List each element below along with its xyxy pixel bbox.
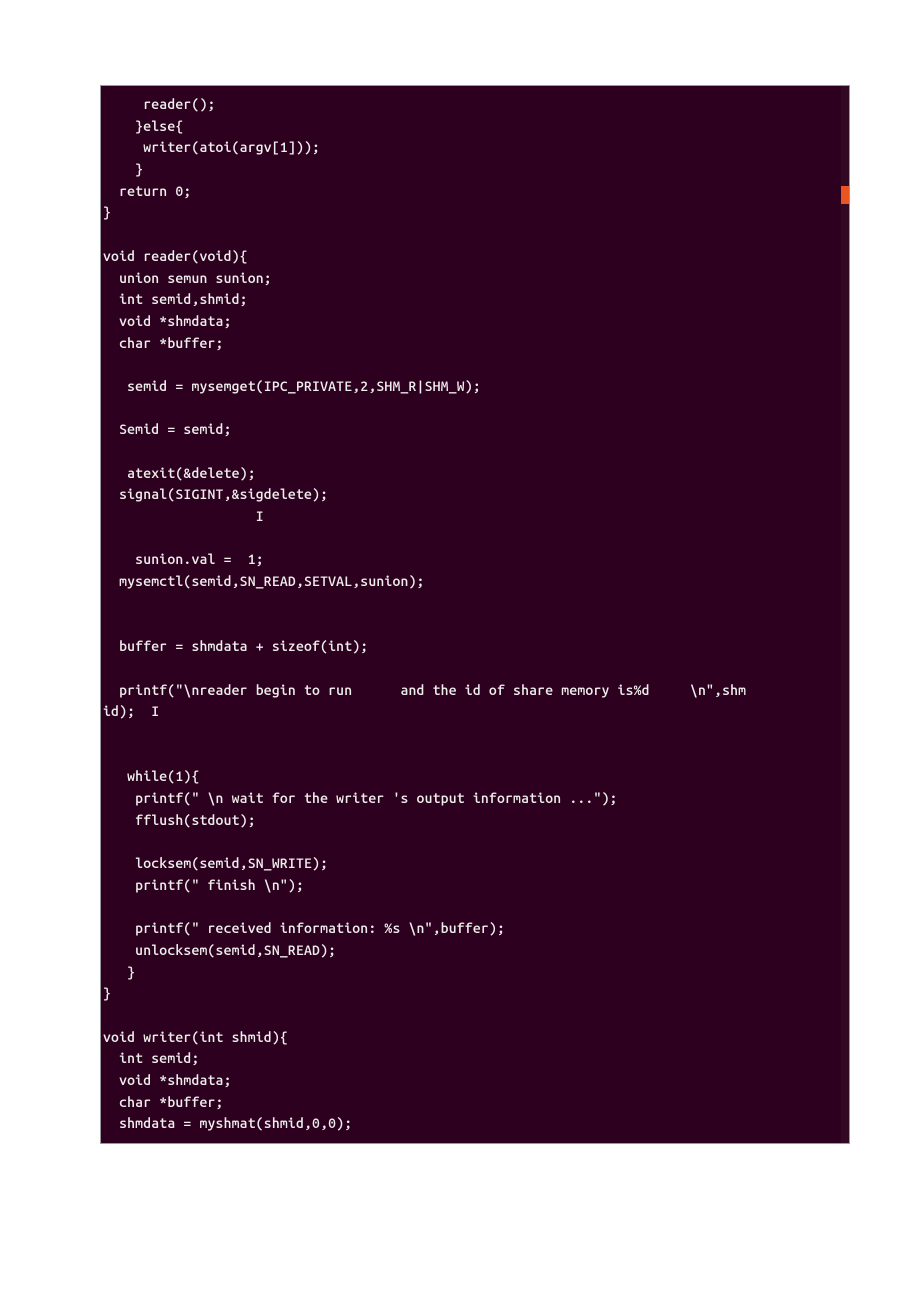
code-line: } (103, 161, 143, 177)
code-line: printf(" received information: %s \n",bu… (103, 920, 505, 936)
code-line: writer(atoi(argv[1])); (103, 139, 320, 155)
code-line: void *shmdata; (103, 1072, 232, 1088)
code-line: int semid; (103, 1050, 199, 1066)
code-line: char *buffer; (103, 1094, 224, 1110)
code-line: Semid = semid; (103, 421, 232, 437)
code-line: buffer = shmdata + sizeof(int); (103, 638, 368, 654)
code-line: atexit(&delete); (103, 465, 256, 481)
code-line: signal(SIGINT,&sigdelete); (103, 486, 328, 502)
code-line: mysemctl(semid,SN_READ,SETVAL,sunion); (103, 573, 425, 589)
code-line: printf(" finish \n"); (103, 877, 304, 893)
code-line: }else{ (103, 118, 183, 134)
scrollbar-track[interactable] (841, 86, 849, 1143)
code-line: } (103, 964, 135, 980)
code-line: printf("\nreader begin to run and the id… (103, 682, 746, 698)
code-line: shmdata = myshmat(shmid,0,0); (103, 1115, 352, 1131)
code-line: printf(" \n wait for the writer 's outpu… (103, 790, 618, 806)
code-line: locksem(semid,SN_WRITE); (103, 855, 328, 871)
code-line: int semid,shmid; (103, 291, 248, 307)
code-line: while(1){ (103, 768, 199, 784)
code-line: reader(); (103, 96, 216, 112)
code-line: void reader(void){ (103, 248, 248, 264)
code-line: unlocksem(semid,SN_READ); (103, 942, 336, 958)
code-line: semid = mysemget(IPC_PRIVATE,2,SHM_R|SHM… (103, 378, 481, 394)
code-line: sunion.val = 1; (103, 551, 264, 567)
code-line: I (103, 508, 264, 524)
code-line: return 0; (103, 183, 191, 199)
code-line: } (103, 204, 111, 220)
code-line: fflush(stdout); (103, 812, 256, 828)
code-line: } (103, 985, 111, 1001)
code-editor-content[interactable]: reader(); }else{ writer(atoi(argv[1])); … (101, 86, 849, 1143)
code-line: void *shmdata; (103, 313, 232, 329)
code-line: id); I (103, 703, 159, 719)
code-line: union semun sunion; (103, 270, 272, 286)
code-line: char *buffer; (103, 335, 224, 351)
scrollbar-thumb[interactable] (841, 186, 849, 204)
terminal-window: reader(); }else{ writer(atoi(argv[1])); … (100, 85, 850, 1144)
code-line: void writer(int shmid){ (103, 1029, 288, 1045)
